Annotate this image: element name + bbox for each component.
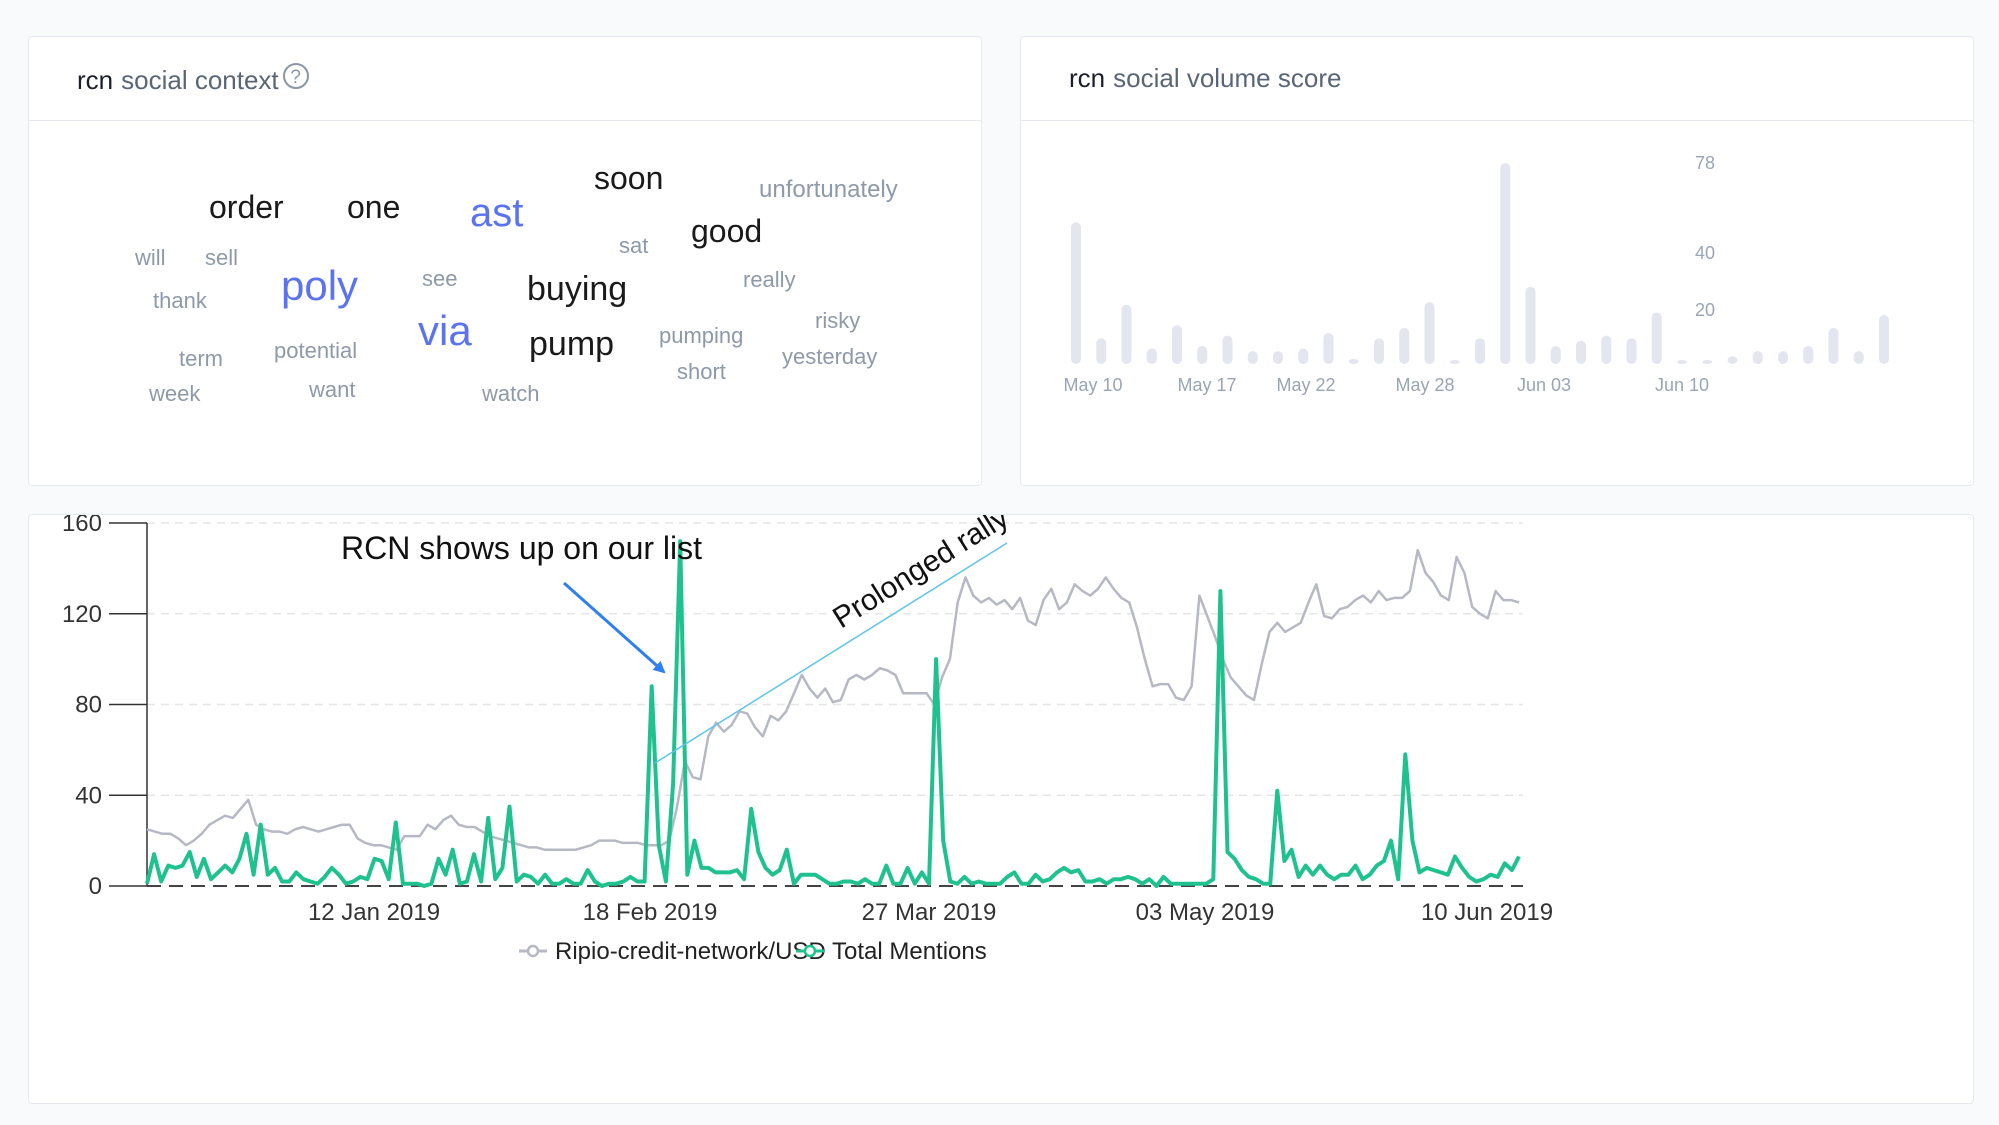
volume-ticker: rcn <box>1069 63 1106 93</box>
word-thank[interactable]: thank <box>153 290 207 312</box>
word-really[interactable]: really <box>743 269 796 291</box>
volume-bar <box>1828 327 1839 364</box>
volume-bar <box>1323 333 1334 364</box>
volume-bar <box>1146 348 1157 364</box>
word-ast[interactable]: ast <box>470 193 523 233</box>
word-potential[interactable]: potential <box>274 340 357 362</box>
volume-bar <box>1399 327 1410 364</box>
word-yesterday[interactable]: yesterday <box>782 346 877 368</box>
legend-label: Total Mentions <box>832 938 987 965</box>
word-soon[interactable]: soon <box>594 162 663 194</box>
social-context-header: rcn social context? <box>29 37 981 121</box>
volume-bar <box>1879 315 1889 364</box>
price-mentions-card: 0 40 80 120 160 12 Jan 2019 18 Feb 2019 27 Mar … <box>28 514 1974 1104</box>
volume-bar <box>1576 340 1586 364</box>
volume-bar <box>1475 338 1485 364</box>
volume-bar <box>1273 351 1283 364</box>
volume-x-tick: Jun 03 <box>1517 375 1571 395</box>
volume-bar <box>1550 345 1561 364</box>
x-tick-label: 10 Jun 2019 <box>1421 899 1553 926</box>
word-good[interactable]: good <box>691 215 762 247</box>
rally-trend-line <box>654 542 1008 764</box>
y-tick-label: 40 <box>75 782 102 809</box>
word-term[interactable]: term <box>179 348 223 370</box>
word-sat[interactable]: sat <box>619 235 648 257</box>
word-buying[interactable]: buying <box>527 272 627 306</box>
volume-bar <box>1348 358 1359 364</box>
word-pump[interactable]: pump <box>529 327 614 361</box>
volume-bar <box>1298 348 1309 364</box>
word-want[interactable]: want <box>309 379 355 401</box>
y-tick-label: 160 <box>62 515 102 537</box>
volume-x-tick: May 28 <box>1395 375 1454 395</box>
word-watch[interactable]: watch <box>482 383 539 405</box>
volume-bar-chart: 78 40 20 May 10 May 17 May 22 May 28 Jun 03 Jun … <box>1063 153 1889 395</box>
volume-bar <box>1803 345 1814 364</box>
x-tick-label: 18 Feb 2019 <box>583 899 718 926</box>
x-tick-label: 12 Jan 2019 <box>308 899 440 926</box>
word-will[interactable]: will <box>135 247 166 269</box>
social-volume-card: rcn social volume score 78 40 20 May 10 May 1… <box>1020 36 1974 486</box>
x-tick-label: 27 Mar 2019 <box>862 899 997 926</box>
volume-x-tick: May 17 <box>1177 375 1236 395</box>
volume-bar <box>1702 360 1713 364</box>
social-context-card: rcn social context? soon unfortunately orde… <box>28 36 982 486</box>
volume-bar <box>1778 351 1788 364</box>
x-tick-label: 03 May 2019 <box>1136 899 1275 926</box>
volume-bar <box>1752 351 1763 364</box>
word-short[interactable]: short <box>677 361 726 383</box>
volume-bar <box>1651 312 1662 364</box>
volume-title: social volume score <box>1113 63 1342 93</box>
volume-y-tick: 78 <box>1695 153 1715 173</box>
word-unfortunately[interactable]: unfortunately <box>759 178 898 202</box>
annotation-arrow <box>563 581 666 674</box>
volume-bar <box>1374 338 1384 364</box>
price-line <box>146 548 1520 851</box>
annotation-list-note: RCN shows up on our list <box>341 530 702 566</box>
volume-bar <box>1071 222 1081 364</box>
volume-bar <box>1853 351 1864 364</box>
legend-swatch-marker <box>526 944 540 958</box>
volume-bar <box>1677 360 1687 364</box>
word-order[interactable]: order <box>209 191 284 223</box>
volume-bar <box>1247 351 1258 364</box>
volume-x-tick: May 22 <box>1276 375 1335 395</box>
volume-y-tick: 40 <box>1695 243 1715 263</box>
volume-bar <box>1172 325 1182 364</box>
word-cloud: soon unfortunately order one ast good sat will s… <box>29 121 981 485</box>
volume-bar <box>1626 338 1637 364</box>
legend-swatch-marker <box>803 944 817 958</box>
y-tick-label: 80 <box>75 692 102 719</box>
volume-x-tick: May 10 <box>1063 375 1122 395</box>
word-risky[interactable]: risky <box>815 310 860 332</box>
volume-bar <box>1197 345 1208 364</box>
annotation-rally-note: Prolonged rally <box>827 515 1014 635</box>
volume-bar <box>1449 360 1460 364</box>
context-ticker: rcn <box>77 65 114 95</box>
word-see[interactable]: see <box>422 268 457 290</box>
word-pumping[interactable]: pumping <box>659 325 743 347</box>
volume-bar <box>1121 304 1132 364</box>
volume-y-tick: 20 <box>1695 300 1715 320</box>
word-one[interactable]: one <box>347 191 400 223</box>
volume-bar <box>1424 302 1435 364</box>
volume-x-tick: Jun 10 <box>1655 375 1709 395</box>
price-mentions-chart: 0 40 80 120 160 12 Jan 2019 18 Feb 2019 27 Mar … <box>62 515 1553 965</box>
volume-bar <box>1727 356 1738 364</box>
volume-bar <box>1222 335 1233 364</box>
context-title: social context <box>121 65 279 95</box>
help-icon[interactable]: ? <box>282 63 309 89</box>
social-volume-header: rcn social volume score <box>1021 37 1973 121</box>
volume-bar <box>1096 338 1107 364</box>
volume-bar <box>1500 163 1511 364</box>
word-poly[interactable]: poly <box>281 265 358 307</box>
volume-bar <box>1601 335 1612 364</box>
volume-bar <box>1525 286 1536 364</box>
word-via[interactable]: via <box>418 310 472 352</box>
y-tick-label: 120 <box>62 601 102 628</box>
legend-label: Ripio-credit-network/USD <box>555 938 826 965</box>
y-tick-label: 0 <box>89 873 102 900</box>
word-sell[interactable]: sell <box>205 247 238 269</box>
word-week[interactable]: week <box>149 383 200 405</box>
